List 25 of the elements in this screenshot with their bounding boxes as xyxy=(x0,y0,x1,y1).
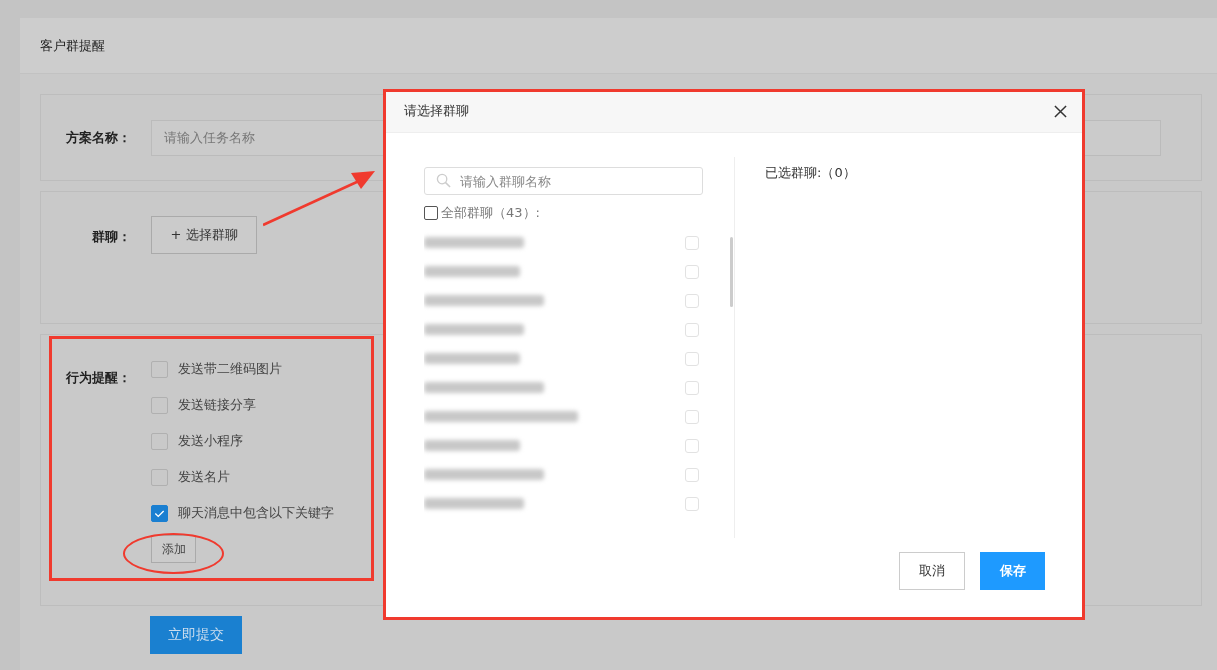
checkbox[interactable] xyxy=(151,432,168,450)
field-label: 行为提醒： xyxy=(65,369,132,387)
search-icon xyxy=(436,173,451,188)
checkbox[interactable] xyxy=(151,468,168,486)
checkbox-label: 发送链接分享 xyxy=(178,396,256,414)
dialog-title: 请选择群聊 xyxy=(404,102,469,120)
page-title: 客户群提醒 xyxy=(40,36,105,55)
checkbox-label: 发送名片 xyxy=(178,468,230,486)
checkbox-label: 发送带二维码图片 xyxy=(178,360,282,378)
checkbox-label: 发送小程序 xyxy=(178,432,243,450)
add-button[interactable]: 添加 xyxy=(151,535,196,563)
checkbox-label: 聊天消息中包含以下关键字 xyxy=(178,504,334,522)
checkbox[interactable] xyxy=(151,396,168,414)
checkbox[interactable] xyxy=(424,206,438,220)
select-group-button[interactable]: + 选择群聊 xyxy=(151,216,257,254)
field-label: 群聊： xyxy=(91,228,132,246)
close-icon[interactable] xyxy=(1054,104,1067,118)
field-label: 方案名称： xyxy=(65,128,132,147)
checkbox[interactable] xyxy=(151,504,168,522)
search-field[interactable]: 请输入群聊名称 xyxy=(424,167,703,195)
selected-count-label: 已选群聊:（0） xyxy=(765,165,856,180)
checkbox[interactable] xyxy=(151,360,168,378)
cancel-button[interactable]: 取消 xyxy=(899,552,965,590)
scrollbar[interactable] xyxy=(730,237,733,307)
select-all-label: 全部群聊（43）: xyxy=(441,204,540,222)
